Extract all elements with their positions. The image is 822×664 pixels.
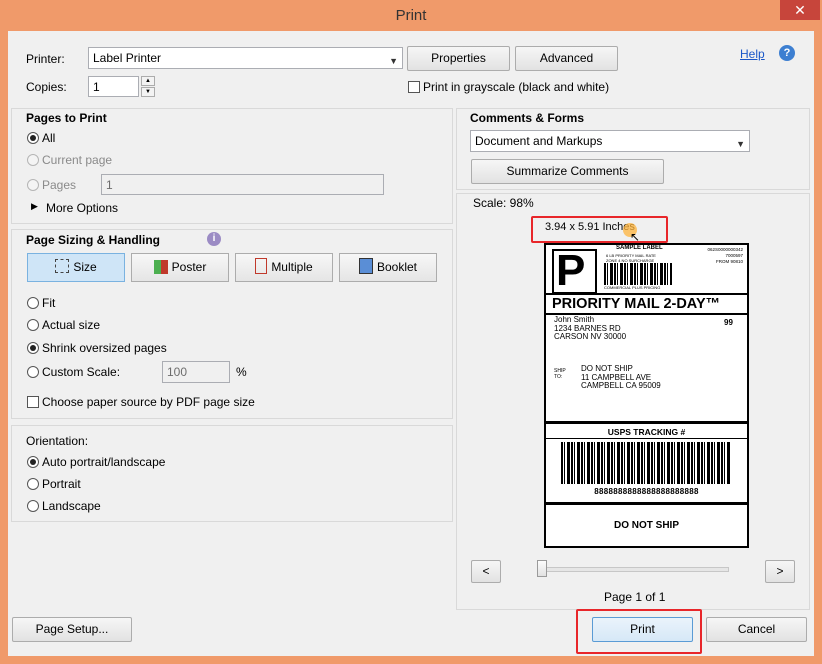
pages-range-input[interactable]: 1 [101, 174, 384, 195]
ship-to-label: SHIP TO: [554, 368, 566, 380]
tab-size-label: Size [73, 260, 97, 274]
help-link[interactable]: Help [740, 47, 765, 61]
rate-line-3: COMMERCIAL PLUS PRICING [604, 285, 661, 290]
chevron-down-icon: ▼ [389, 56, 398, 66]
tab-multiple[interactable]: Multiple [235, 253, 333, 282]
actual-size-label: Actual size [42, 318, 101, 332]
scale-readout: Scale: 98% [473, 196, 534, 210]
poster-icon [153, 260, 168, 274]
printer-select-value: Label Printer [93, 51, 162, 65]
custom-scale-radio[interactable] [27, 366, 39, 378]
copies-input[interactable]: 1 [88, 76, 139, 97]
print-highlight [576, 609, 702, 654]
properties-button[interactable]: Properties [407, 46, 510, 71]
comments-forms-select[interactable]: Document and Markups ▼ [470, 130, 750, 152]
page-indicator: Page 1 of 1 [604, 590, 666, 604]
auto-orientation-radio[interactable] [27, 456, 39, 468]
info-icon[interactable]: i [207, 232, 221, 246]
next-page-button[interactable]: > [765, 560, 795, 583]
rate-info: 6 LB PRIORITY MAIL RATE ZONE 4 NO SURCHA… [606, 253, 656, 263]
percent-sign: % [236, 365, 247, 379]
all-pages-radio[interactable] [27, 132, 39, 144]
service-type: PRIORITY MAIL 2-DAY™ [552, 296, 721, 312]
sender-city: CARSON NV 30000 [554, 332, 627, 341]
all-pages-label: All [42, 131, 56, 145]
fit-label: Fit [42, 296, 56, 310]
advanced-button[interactable]: Advanced [515, 46, 618, 71]
fit-radio[interactable] [27, 297, 39, 309]
comments-forms-value: Document and Markups [475, 134, 603, 148]
copies-down-icon[interactable]: ▼ [141, 87, 155, 97]
booklet-icon [358, 258, 373, 274]
printer-select[interactable]: Label Printer ▼ [88, 47, 403, 69]
help-icon[interactable]: ? [779, 45, 795, 61]
actual-size-radio[interactable] [27, 319, 39, 331]
chevron-down-icon: ▼ [736, 139, 745, 149]
size-icon [55, 259, 70, 273]
expand-triangle-icon[interactable]: ▶ [31, 201, 38, 212]
recipient-city: CAMPBELL CA 95009 [581, 381, 661, 390]
zone-code: 99 [724, 318, 733, 327]
paper-source-checkbox[interactable] [27, 396, 39, 408]
grayscale-checkbox[interactable] [408, 81, 420, 93]
page-preview: P SAMPLE LABEL 6 LB PRIORITY MAIL RATE Z… [544, 243, 749, 548]
tracking-title: USPS TRACKING # [607, 427, 686, 437]
page-slider-track[interactable] [537, 567, 729, 572]
current-page-label: Current page [42, 153, 113, 167]
mouse-cursor-icon: ↖ [630, 230, 641, 244]
summarize-comments-button[interactable]: Summarize Comments [471, 159, 664, 184]
dimensions-highlight [531, 216, 668, 243]
tab-booklet[interactable]: Booklet [339, 253, 437, 282]
comments-forms-title: Comments & Forms [470, 111, 585, 125]
postage-barcode [604, 263, 672, 285]
paper-source-label: Choose paper source by PDF page size [42, 395, 255, 409]
tab-multiple-label: Multiple [271, 260, 313, 274]
copies-label: Copies: [26, 80, 67, 94]
shrink-oversized-label: Shrink oversized pages [42, 341, 167, 355]
copies-up-icon[interactable]: ▲ [141, 76, 155, 86]
printer-label: Printer: [26, 52, 65, 66]
pages-range-radio[interactable] [27, 179, 39, 191]
auto-orientation-label: Auto portrait/landscape [42, 455, 166, 469]
portrait-label: Portrait [42, 477, 81, 491]
postage-line-3: FROM 90810 [715, 259, 743, 264]
recipient-address: DO NOT SHIP 11 CAMPBELL AVE CAMPBELL CA … [581, 364, 661, 391]
current-page-radio[interactable] [27, 154, 39, 166]
sender-address: John Smith 1234 BARNES RD CARSON NV 3000… [554, 315, 627, 342]
sample-label-text: SAMPLE LABEL [616, 245, 663, 251]
page-setup-button[interactable]: Page Setup... [12, 617, 132, 642]
pages-range-label: Pages [42, 178, 77, 192]
shrink-oversized-radio[interactable] [27, 342, 39, 354]
tab-poster[interactable]: Poster [131, 253, 229, 282]
orientation-title: Orientation: [26, 434, 89, 448]
landscape-radio[interactable] [27, 500, 39, 512]
multiple-icon [255, 258, 268, 274]
page-sizing-title: Page Sizing & Handling [26, 233, 161, 247]
tracking-barcode [561, 442, 731, 484]
custom-scale-label: Custom Scale: [42, 365, 121, 379]
landscape-label: Landscape [42, 499, 101, 513]
close-button[interactable]: ✕ [780, 0, 820, 20]
tab-size[interactable]: Size [27, 253, 125, 282]
cancel-button[interactable]: Cancel [706, 617, 807, 642]
priority-letter: P [556, 246, 586, 295]
tab-poster-label: Poster [171, 260, 207, 274]
more-options-toggle[interactable]: More Options [46, 201, 118, 215]
tab-booklet-label: Booklet [376, 260, 418, 274]
pages-to-print-title: Pages to Print [26, 111, 107, 125]
custom-scale-input[interactable]: 100 [162, 361, 230, 383]
postage-info: 062S0000000342 7000597 FROM 90810 [698, 247, 743, 265]
portrait-radio[interactable] [27, 478, 39, 490]
page-slider-thumb[interactable] [537, 560, 547, 577]
footer-notice: DO NOT SHIP [613, 520, 679, 531]
tracking-number: 8888888888888888888888 [594, 487, 699, 496]
grayscale-label: Print in grayscale (black and white) [423, 80, 610, 94]
prev-page-button[interactable]: < [471, 560, 501, 583]
window-title: Print [395, 7, 427, 24]
